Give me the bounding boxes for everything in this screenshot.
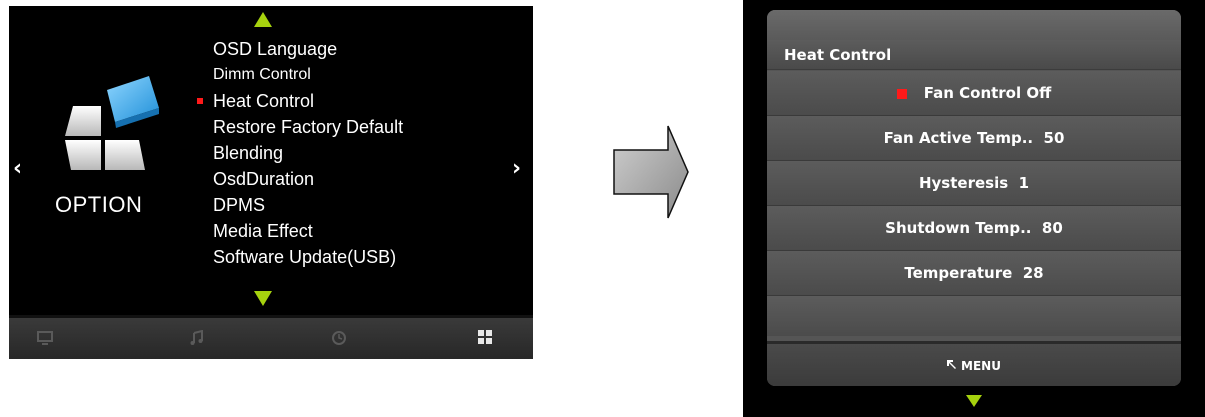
menu-item[interactable]: Restore Factory Default	[213, 114, 403, 140]
panel-title: Heat Control	[767, 40, 1181, 70]
menu-item[interactable]: OSD Language	[213, 36, 403, 62]
heat-option-row[interactable]: Fan Control Off	[767, 71, 1181, 116]
menu-item[interactable]: Media Effect	[213, 218, 403, 244]
menu-item-label: OSD Language	[213, 39, 338, 59]
selection-indicator-icon	[896, 89, 907, 99]
heat-option-label: Fan Active Temp.. 50	[883, 129, 1065, 147]
heat-option-row[interactable]: Temperature 28	[767, 251, 1181, 296]
category-label: OPTION	[55, 192, 143, 217]
menu-item[interactable]: Blending	[213, 140, 403, 166]
clock-icon[interactable]	[331, 330, 347, 351]
menu-item[interactable]: OsdDuration	[213, 166, 403, 192]
menu-label: MENU	[961, 359, 1001, 373]
empty-row	[767, 296, 1181, 336]
option-category-icon	[65, 76, 159, 170]
heat-option-row[interactable]: Fan Active Temp.. 50	[767, 116, 1181, 161]
menu-item-label: Media Effect	[213, 221, 313, 241]
category-tab-bar	[9, 315, 533, 359]
scroll-up-arrow-icon[interactable]	[254, 12, 272, 27]
heat-option-label: Fan Control Off	[923, 84, 1052, 102]
menu-item-label: Dimm Control	[213, 66, 311, 83]
menu-back-button[interactable]: MENU	[767, 341, 1181, 386]
heat-option-row[interactable]: Shutdown Temp.. 80	[767, 206, 1181, 251]
back-arrow-icon	[947, 344, 958, 386]
option-menu-list: OSD Language Dimm Control Heat Control Rest…	[197, 36, 403, 270]
heat-control-options: Fan Control Off Fan Active Temp.. 50 Hyste…	[767, 71, 1181, 296]
heat-option-label: Shutdown Temp.. 80	[885, 219, 1063, 237]
menu-item[interactable]: Dimm Control	[213, 62, 403, 88]
selection-indicator-icon	[197, 98, 203, 104]
menu-item-label: Blending	[213, 143, 284, 163]
scroll-down-arrow-icon[interactable]	[966, 395, 982, 407]
menu-item[interactable]: DPMS	[213, 192, 403, 218]
option-menu-panel: ‹ › OPTION OSD Language Dimm Control Heat …	[9, 6, 533, 359]
transition-arrow-icon	[613, 125, 689, 219]
menu-item-label: Restore Factory Default	[213, 117, 404, 137]
panel-header-bar	[767, 10, 1181, 40]
heat-control-panel: Heat Control Fan Control Off Fan Active T…	[767, 10, 1181, 386]
heat-option-label: Temperature 28	[904, 264, 1044, 282]
music-icon[interactable]	[189, 329, 205, 351]
menu-item-label: OsdDuration	[213, 169, 315, 189]
grid-icon[interactable]	[478, 329, 492, 349]
next-category-chevron-icon[interactable]: ›	[512, 156, 521, 181]
monitor-icon[interactable]	[37, 330, 53, 351]
scroll-down-arrow-icon[interactable]	[254, 291, 272, 306]
heat-control-screen: Heat Control Fan Control Off Fan Active T…	[743, 0, 1205, 417]
menu-item-label: Software Update(USB)	[213, 247, 397, 267]
menu-item[interactable]: Heat Control	[197, 88, 403, 114]
menu-item-label: Heat Control	[213, 91, 315, 111]
previous-category-chevron-icon[interactable]: ‹	[13, 156, 22, 181]
menu-item[interactable]: Software Update(USB)	[213, 244, 403, 270]
heat-option-label: Hysteresis 1	[918, 174, 1030, 192]
heat-option-row[interactable]: Hysteresis 1	[767, 161, 1181, 206]
menu-item-label: DPMS	[213, 195, 266, 215]
